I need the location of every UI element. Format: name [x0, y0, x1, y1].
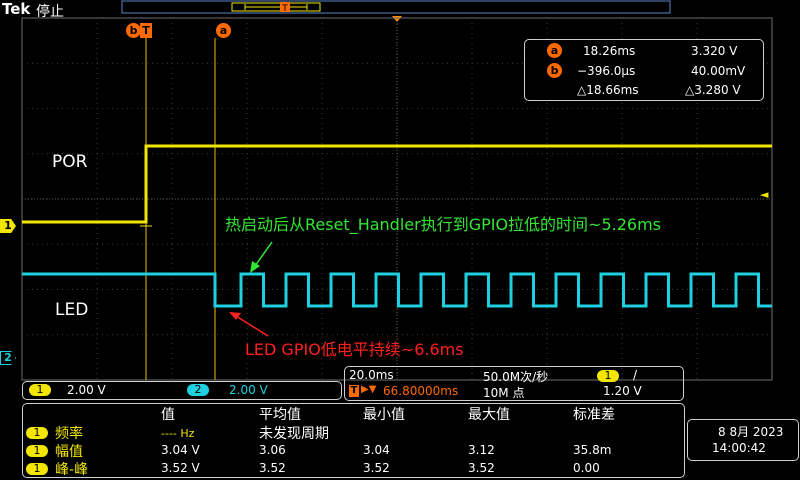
green-annotation-arrow	[250, 241, 273, 273]
meas-row-channel: 1	[26, 463, 48, 475]
timebase-panel: 20.0ms 50.0M次/秒 1 / T ▶▼ 66.80000ms 10M …	[344, 366, 684, 401]
trigger-slope-icon: /	[633, 368, 638, 382]
meas-row-channel: 1	[26, 445, 48, 457]
meas-row-std: 0.00	[573, 461, 600, 475]
cursor-b-icon: b	[126, 23, 141, 38]
time: 14:00:42	[712, 441, 766, 455]
meas-row-mean: 3.06	[259, 443, 286, 457]
trigger-level-arrow-icon[interactable]: ◄	[760, 188, 768, 201]
datetime-panel[interactable]: 8 8月 2023 14:00:42	[687, 419, 799, 461]
acquisition-status: 停止	[36, 4, 64, 20]
ch1-button[interactable]: 1	[29, 384, 51, 396]
meas-row-value: 3.04 V	[161, 443, 200, 457]
meas-header-mean: 平均值	[259, 407, 301, 423]
trigger-level[interactable]: 1.20 V	[603, 384, 642, 398]
meas-header-max: 最大值	[468, 407, 510, 423]
horizontal-scale[interactable]: 20.0ms	[349, 368, 394, 382]
date: 8 8月 2023	[718, 425, 784, 439]
meas-row-value: ---- Hz	[161, 427, 195, 440]
meas-header-value: 值	[161, 407, 175, 423]
trigger-position-icon: T	[349, 385, 359, 397]
meas-row-std: 35.8m	[573, 443, 612, 457]
brand-logo: Tek	[2, 0, 31, 18]
led-label: LED	[55, 300, 89, 320]
cursor-a-icon[interactable]: a	[216, 23, 231, 38]
cursor-b-time: −396.0μs	[577, 64, 636, 78]
svg-text:T: T	[281, 4, 288, 14]
trigger-arrow-icon: ▶▼	[361, 384, 377, 395]
trigger-source-button[interactable]: 1	[597, 370, 619, 382]
meas-row-value: 3.52 V	[161, 461, 200, 475]
meas-row-channel: 1	[26, 427, 48, 439]
meas-row-min: 3.04	[363, 443, 390, 457]
meas-row-name[interactable]: 幅值	[55, 441, 83, 461]
measurement-panel: 值 平均值 最小值 最大值 标准差 1 频率 ---- Hz 未发现周期 1 幅…	[22, 403, 685, 478]
horizontal-position[interactable]: 66.80000ms	[383, 384, 458, 398]
cursor-a-readout-icon: a	[547, 43, 562, 58]
trigger-t-icon: T	[140, 23, 152, 38]
cursor-delta-time: △18.66ms	[577, 83, 639, 97]
green-annotation: 热启动后从Reset_Handler执行到GPIO拉低的时间~5.26ms	[225, 215, 662, 234]
cursor-b-readout-icon: b	[547, 63, 562, 78]
ch2-waveform	[22, 272, 772, 308]
meas-row-max: 3.52	[468, 461, 495, 475]
ch1-scale[interactable]: 2.00 V	[67, 383, 106, 397]
sample-rate: 50.0M次/秒	[483, 370, 549, 384]
meas-row-mean: 3.52	[259, 461, 286, 475]
cursor-a-time: 18.26ms	[583, 44, 636, 58]
trigger-position-marker[interactable]: T	[280, 2, 290, 14]
cursor-readout-panel: a 18.26ms 3.320 V b −396.0μs 40.00mV △18…	[524, 39, 764, 101]
meas-row-mean: 未发现周期	[259, 426, 329, 442]
record-bar[interactable]	[121, 0, 671, 14]
meas-row-name[interactable]: 峰-峰	[55, 459, 88, 479]
channel-scale-panel: 1 2.00 V 2 2.00 V	[22, 381, 342, 400]
red-annotation-arrow	[229, 312, 269, 337]
cursor-delta-volt: △3.280 V	[685, 83, 741, 97]
cursor-a-volt: 3.320 V	[691, 44, 738, 58]
meas-row-max: 3.12	[468, 443, 495, 457]
cursor-b-marker[interactable]: b T	[126, 23, 154, 38]
ch2-scale[interactable]: 2.00 V	[229, 383, 268, 397]
ch2-button[interactable]: 2	[187, 384, 209, 396]
meas-row-name[interactable]: 频率	[55, 423, 83, 443]
record-length: 10M 点	[483, 386, 525, 400]
red-annotation: LED GPIO低电平持续~6.6ms	[245, 340, 464, 359]
por-label: POR	[52, 152, 88, 172]
meas-row-min: 3.52	[363, 461, 390, 475]
meas-header-std: 标准差	[573, 407, 615, 423]
cursor-b-volt: 40.00mV	[691, 64, 746, 78]
meas-header-min: 最小值	[363, 407, 405, 423]
